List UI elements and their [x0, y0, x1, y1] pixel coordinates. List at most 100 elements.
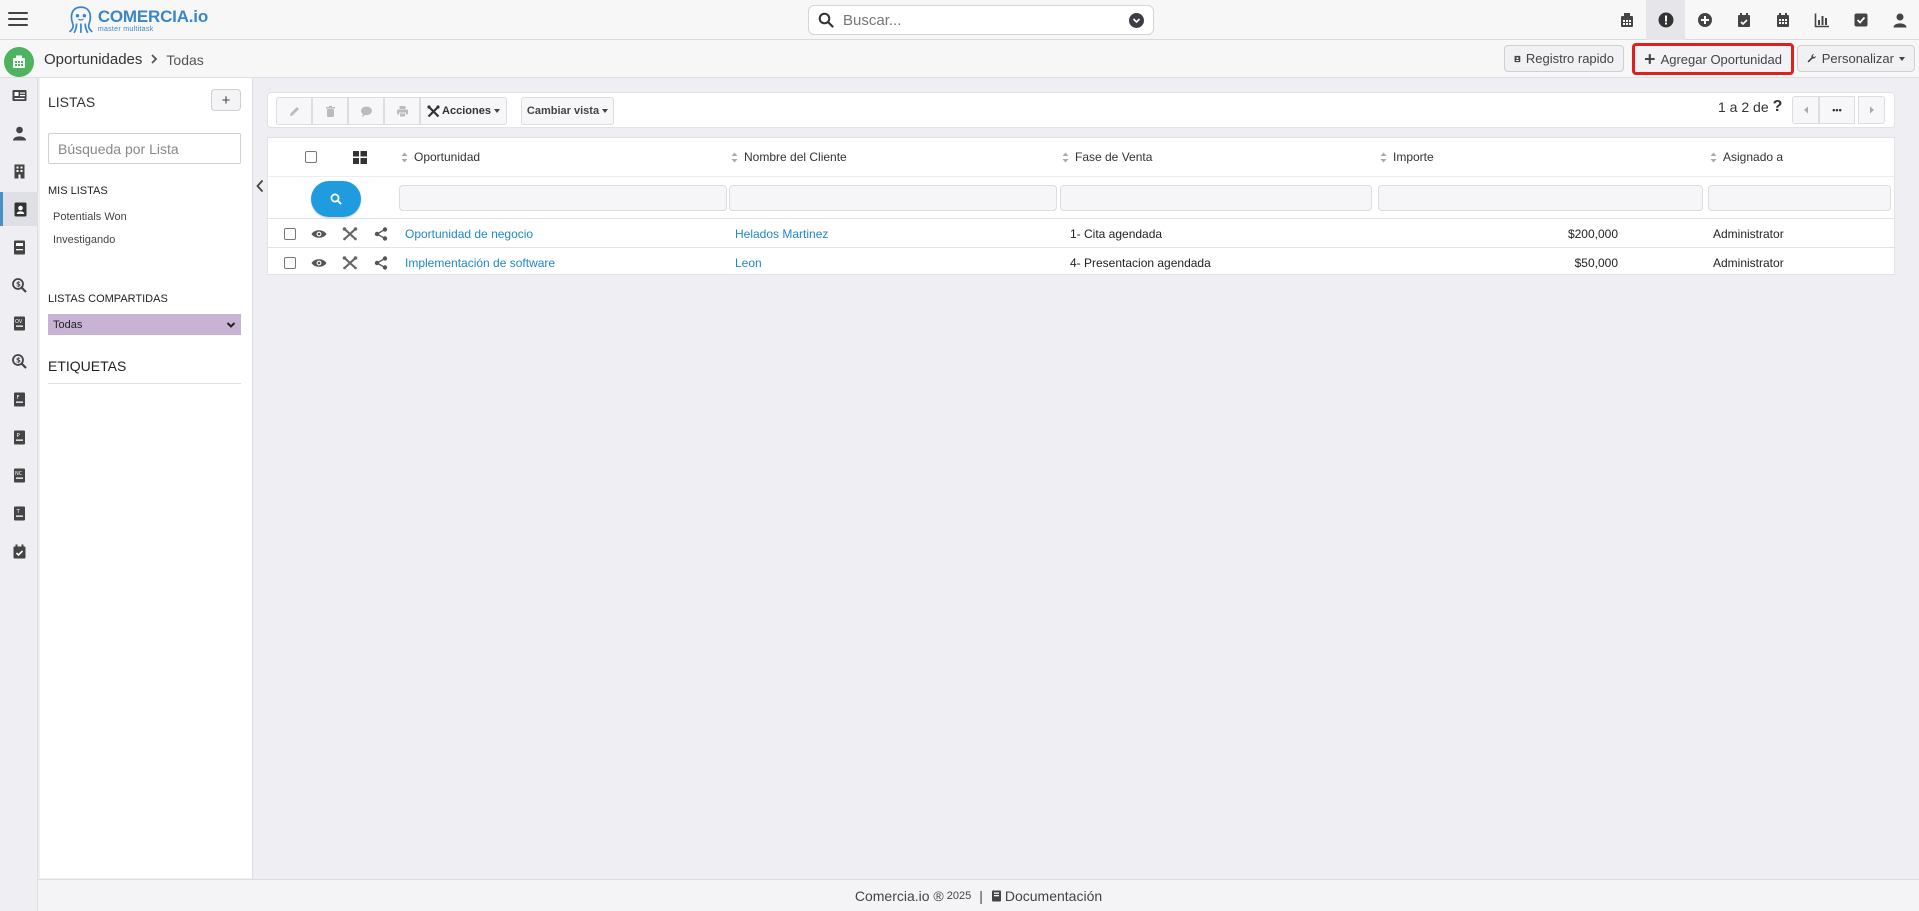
share-icon[interactable]: [373, 226, 389, 242]
top-icon-bar: [1607, 0, 1919, 40]
header-asignado[interactable]: Asignado a: [1710, 138, 1783, 176]
cell-cliente[interactable]: Leon: [735, 248, 762, 277]
header-label: Oportunidad: [414, 150, 481, 164]
rail-building-icon[interactable]: [0, 154, 38, 188]
rail-search-dollar-icon[interactable]: $: [0, 268, 38, 302]
search-input[interactable]: [843, 11, 1129, 29]
breadcrumb-current: Todas: [166, 51, 204, 68]
row-checkbox[interactable]: [284, 256, 296, 269]
next-page-button[interactable]: [1858, 96, 1885, 124]
quick-create-label: Registro rapido: [1525, 51, 1614, 66]
rail-quote-icon[interactable]: OV: [0, 306, 38, 340]
documentation-link[interactable]: Documentación: [991, 888, 1102, 904]
contact-card-icon: [1514, 55, 1521, 62]
quick-create-button[interactable]: Registro rapido: [1504, 45, 1624, 72]
add-opportunity-button[interactable]: Agregar Oportunidad: [1632, 43, 1794, 75]
chart-icon[interactable]: [1802, 0, 1841, 40]
collapse-panel-icon[interactable]: [254, 175, 266, 197]
apply-filter-button[interactable]: [311, 181, 361, 217]
table-row[interactable]: Implementación de software Leon 4- Prese…: [268, 248, 1894, 277]
prev-page-button[interactable]: [1792, 96, 1819, 124]
rail-id-card-icon[interactable]: [0, 78, 38, 112]
add-opportunity-label: Agregar Oportunidad: [1660, 51, 1782, 67]
tools-icon[interactable]: [342, 255, 358, 271]
cell-importe: $50,000: [1574, 255, 1618, 270]
rail-sales-order-icon[interactable]: NC: [0, 458, 38, 492]
breadcrumb-module[interactable]: Oportunidades: [44, 51, 142, 68]
question-icon[interactable]: ?: [1773, 98, 1783, 116]
rail-person-icon[interactable]: [0, 116, 38, 150]
rail-calendar-check-icon[interactable]: [0, 534, 38, 568]
cell-importe: $200,000: [1567, 226, 1618, 241]
list-item[interactable]: Investigando: [53, 234, 115, 246]
row-checkbox-cell: [284, 219, 296, 248]
rail-contact-icon[interactable]: [0, 192, 38, 226]
header-nombre-cliente[interactable]: Nombre del Cliente: [731, 138, 847, 176]
print-button[interactable]: [384, 97, 420, 125]
eye-icon[interactable]: [311, 255, 327, 271]
calendar-icon[interactable]: [1763, 0, 1802, 40]
search-icon: [330, 193, 342, 205]
header-oportunidad[interactable]: Oportunidad: [401, 138, 480, 176]
actions-dropdown[interactable]: Acciones: [420, 97, 507, 125]
edit-button[interactable]: [276, 97, 312, 125]
share-icon[interactable]: [373, 255, 389, 271]
comment-button[interactable]: [348, 97, 384, 125]
rail-invoice-icon[interactable]: F: [0, 382, 38, 416]
chevron-right-icon: [150, 53, 158, 67]
rail-template-icon[interactable]: T: [0, 496, 38, 530]
my-lists-title: MIS LISTAS: [48, 185, 108, 197]
list-toolbar: Acciones Cambiar vista: [267, 92, 1895, 128]
tools-icon[interactable]: [342, 226, 358, 242]
select-all-checkbox[interactable]: [305, 151, 317, 163]
filter-fase-venta[interactable]: [1060, 185, 1372, 211]
rail-purchase-order-icon[interactable]: P: [0, 420, 38, 454]
customize-button[interactable]: Personalizar: [1797, 45, 1915, 72]
more-pages-button[interactable]: •••: [1819, 96, 1855, 124]
list-item[interactable]: Potentials Won: [53, 211, 127, 223]
row-checkbox[interactable]: [284, 227, 296, 240]
add-list-button[interactable]: +: [211, 89, 241, 111]
cell-oportunidad[interactable]: Implementación de software: [405, 248, 555, 277]
sort-icon: [1062, 152, 1069, 162]
print-icon: [396, 105, 408, 117]
menu-icon[interactable]: [8, 8, 28, 30]
rail-ledger-icon[interactable]: [0, 230, 38, 264]
header-importe[interactable]: Importe: [1380, 138, 1434, 176]
chevron-down-icon[interactable]: [1129, 12, 1144, 28]
cell-cliente[interactable]: Helados Martinez: [735, 219, 828, 248]
filter-row: [268, 176, 1894, 219]
comment-icon: [360, 106, 372, 117]
change-view-button[interactable]: Cambiar vista: [521, 97, 614, 125]
header-label: Fase de Venta: [1075, 150, 1153, 164]
more-pages-label: •••: [1832, 105, 1842, 115]
header-fase-venta[interactable]: Fase de Venta: [1062, 138, 1152, 176]
plus-circle-icon[interactable]: [1685, 0, 1724, 40]
filter-nombre-cliente[interactable]: [729, 185, 1057, 211]
rail-search-dollar-icon-2[interactable]: $: [0, 344, 38, 378]
user-icon[interactable]: [1880, 0, 1919, 40]
table-row[interactable]: Oportunidad de negocio Helados Martinez …: [268, 219, 1894, 248]
shared-list-select[interactable]: Todas: [48, 314, 241, 335]
brand-logo[interactable]: COMERCIA.io master multitask: [68, 2, 208, 38]
eye-icon[interactable]: [311, 226, 327, 242]
top-bar: COMERCIA.io master multitask: [0, 0, 1919, 40]
calendar-check-icon[interactable]: [1724, 0, 1763, 40]
customize-label: Personalizar: [1821, 51, 1894, 66]
delete-button[interactable]: [312, 97, 348, 125]
filter-oportunidad[interactable]: [399, 185, 727, 211]
cell-fase: 4- Presentacion agendada: [1070, 255, 1211, 270]
checkbox-icon[interactable]: [1841, 0, 1880, 40]
calculator-icon[interactable]: [1607, 0, 1646, 40]
cell-oportunidad[interactable]: Oportunidad de negocio: [405, 219, 533, 248]
opportunities-module-icon[interactable]: [4, 47, 34, 77]
shared-lists-title: LISTAS COMPARTIDAS: [48, 293, 168, 305]
alert-icon[interactable]: [1646, 0, 1685, 40]
header-label: Asignado a: [1723, 150, 1784, 164]
caret-right-icon: [1869, 106, 1874, 114]
column-layout-icon[interactable]: [353, 138, 367, 176]
filter-importe[interactable]: [1378, 185, 1703, 211]
sort-icon: [401, 152, 408, 162]
filter-asignado[interactable]: [1708, 185, 1891, 211]
list-search-input[interactable]: [48, 133, 241, 164]
